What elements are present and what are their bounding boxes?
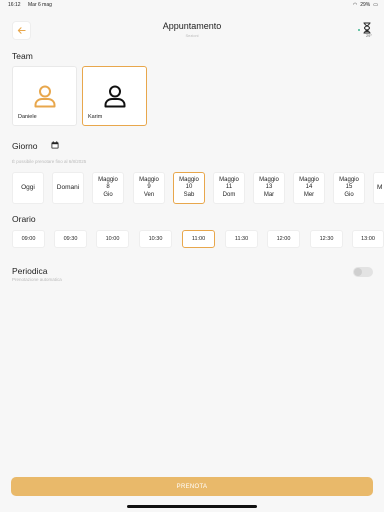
time-slot[interactable]: 10:00	[96, 230, 129, 248]
status-time: 16:12	[8, 2, 21, 8]
time-slot[interactable]: 11:00	[182, 230, 215, 248]
status-bar: 16:12 Mar 6 mag ◠ 29% ▭	[0, 0, 384, 10]
time-slot[interactable]: 13:00	[352, 230, 384, 248]
status-dot	[358, 29, 360, 31]
prenota-button[interactable]: PRENOTA	[11, 477, 373, 496]
day-chip-text: Maggio	[139, 176, 159, 183]
day-chip[interactable]: Maggio 14 Mer	[293, 172, 325, 204]
time-slot[interactable]: 10:30	[139, 230, 172, 248]
team-member-card[interactable]: Daniele	[12, 66, 77, 126]
day-chip[interactable]: Domani	[52, 172, 84, 204]
status-date: Mar 6 mag	[28, 2, 52, 8]
calendar-icon[interactable]	[51, 141, 59, 149]
time-slot[interactable]: 12:00	[267, 230, 300, 248]
day-chip-text: 9	[147, 184, 151, 191]
day-chip-text: 11	[225, 184, 233, 191]
day-chip[interactable]: Maggio 15 Gio	[333, 172, 365, 204]
page-title: Appuntamento	[162, 21, 222, 31]
status-indicators: ◠ 29% ▭	[353, 2, 378, 8]
day-chip-text: 14	[305, 184, 313, 191]
day-chip-text: Maggio	[299, 176, 319, 183]
periodica-title: Periodica	[12, 266, 48, 276]
day-chip[interactable]: Maggio 8 Gio	[92, 172, 124, 204]
day-chip[interactable]: Maggio 9 Ven	[133, 172, 165, 204]
orario-title: Orario	[12, 214, 36, 224]
battery-percent: 29%	[360, 2, 371, 8]
day-chip-text: Mar	[263, 191, 275, 198]
day-chip-text: 10	[185, 184, 193, 191]
day-chip-text: Domani	[56, 184, 80, 192]
day-chip[interactable]: M	[373, 172, 384, 204]
day-chip-text: Gio	[344, 191, 354, 198]
giorno-title: Giorno	[12, 141, 38, 151]
day-chip-text: 13	[265, 184, 273, 191]
user-icon	[104, 85, 125, 108]
day-chip[interactable]: Oggi	[12, 172, 44, 204]
time-slot[interactable]: 09:30	[54, 230, 87, 248]
hourglass-count: 29°	[365, 33, 372, 38]
page-subtitle: Sezioni	[185, 33, 199, 38]
toggle-knob	[354, 268, 362, 276]
day-chip-text: 8	[106, 184, 110, 191]
booking-limit-note: È possibile prenotare fino al 6/8/2025	[12, 159, 87, 164]
periodica-toggle[interactable]	[353, 267, 373, 277]
team-member-name: Karim	[88, 114, 103, 120]
team-title: Team	[12, 51, 33, 61]
day-chip-text: Sab	[183, 191, 195, 198]
team-member-card[interactable]: Karim	[82, 66, 147, 126]
time-slot[interactable]: 12:30	[310, 230, 343, 248]
home-indicator	[127, 505, 257, 508]
day-chip[interactable]: Maggio 10 Sab	[173, 172, 205, 204]
time-slot[interactable]: 09:00	[12, 230, 45, 248]
periodica-subtitle: Prenotazione automatica	[12, 277, 62, 282]
day-chip-text: Maggio	[339, 176, 359, 183]
day-chip-text: Maggio	[259, 176, 279, 183]
day-chip-text: Oggi	[21, 184, 35, 192]
day-chip[interactable]: Maggio 11 Dom	[213, 172, 245, 204]
day-chip-text: 15	[345, 184, 353, 191]
day-chip-text: Maggio	[98, 176, 118, 183]
battery-icon: ▭	[373, 2, 378, 8]
team-member-name: Daniele	[18, 114, 37, 120]
day-chip-text: Dom	[222, 191, 236, 198]
day-chip-text: Gio	[103, 191, 113, 198]
day-chip-text: Ven	[143, 191, 155, 198]
time-slot[interactable]: 11:30	[225, 230, 258, 248]
day-chip[interactable]: Maggio 13 Mar	[253, 172, 285, 204]
user-icon	[34, 85, 55, 108]
wifi-icon: ◠	[352, 2, 358, 8]
day-chip-text: Maggio	[179, 176, 199, 183]
day-chip-text: Maggio	[219, 176, 239, 183]
day-chip-text: Mer	[303, 191, 315, 198]
day-chip-text: M	[377, 184, 383, 192]
